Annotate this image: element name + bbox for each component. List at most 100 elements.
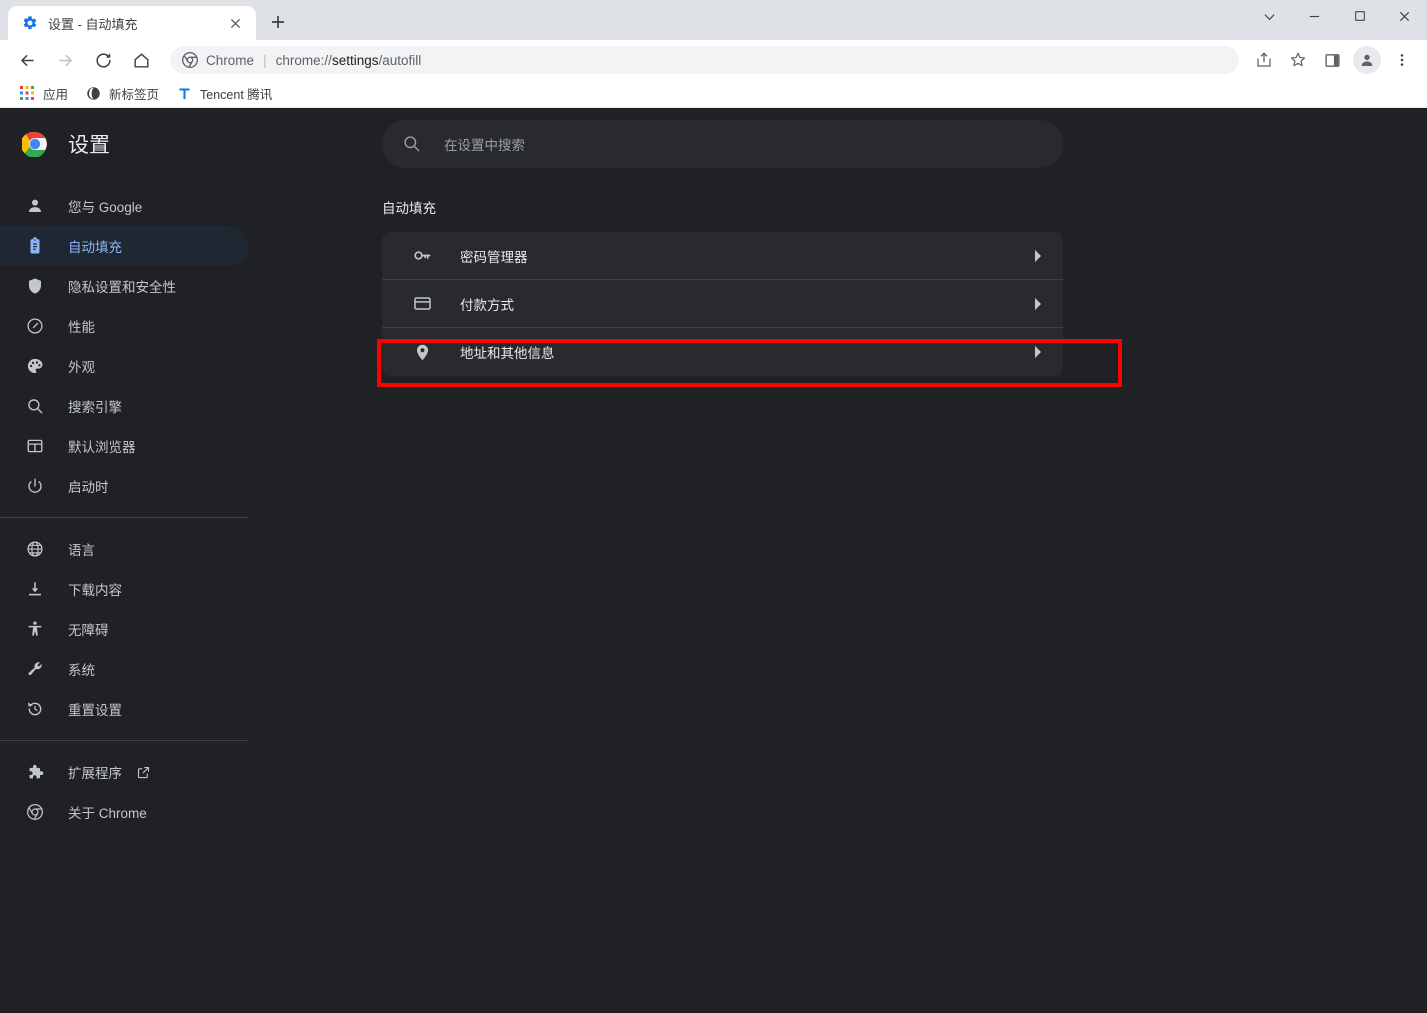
sidebar-nav-group-3: 扩展程序 关于 Chrome — [0, 752, 280, 832]
window-controls — [1247, 0, 1427, 40]
row-addresses-and-more[interactable]: 地址和其他信息 — [382, 328, 1063, 376]
sidebar-item-label: 默认浏览器 — [68, 440, 136, 455]
sidebar-item-you-and-google[interactable]: 您与 Google — [0, 186, 249, 226]
back-icon[interactable] — [12, 45, 42, 75]
settings-content: 在设置中搜索 自动填充 密码管理器 付款方式 地址和其他信息 — [280, 108, 1427, 1013]
sidebar-item-label: 自动填充 — [68, 240, 122, 255]
page-title: 设置 — [68, 134, 110, 157]
globe-icon — [25, 539, 45, 559]
browser-tab[interactable]: 设置 - 自动填充 — [8, 6, 256, 40]
bookmark-label: Tencent 腾讯 — [200, 88, 273, 102]
bookmark-new-tab-page[interactable]: 新标签页 — [78, 83, 167, 105]
puzzle-icon — [25, 762, 45, 782]
minimize-icon[interactable] — [1292, 0, 1337, 32]
sidebar-item-label: 隐私设置和安全性 — [68, 280, 176, 295]
bookmark-label: 新标签页 — [109, 88, 160, 102]
bookmarks-bar: 应用 新标签页 Tencent 腾讯 — [0, 80, 1427, 108]
key-icon — [412, 246, 432, 266]
person-icon — [25, 196, 45, 216]
sidebar-item-label: 扩展程序 — [68, 766, 122, 781]
sidebar-item-autofill[interactable]: 自动填充 — [0, 226, 249, 266]
chrome-logo-icon — [20, 131, 48, 158]
side-panel-icon[interactable] — [1318, 46, 1346, 74]
chevron-right-icon — [1033, 249, 1043, 263]
settings-sidebar: 设置 您与 Google 自动填充 隐私设置和安全性 性能 外观 搜索引擎 默认… — [0, 108, 280, 1013]
external-link-icon — [136, 765, 151, 780]
home-icon[interactable] — [126, 45, 156, 75]
shield-icon — [25, 276, 45, 296]
sidebar-item-label: 搜索引擎 — [68, 400, 122, 415]
bookmark-apps[interactable]: 应用 — [12, 83, 76, 105]
globe-icon — [86, 86, 102, 102]
star-icon[interactable] — [1284, 46, 1312, 74]
url-prefix: chrome:// — [275, 52, 332, 68]
autofill-card: 密码管理器 付款方式 地址和其他信息 — [382, 232, 1063, 376]
row-payment-methods[interactable]: 付款方式 — [382, 280, 1063, 328]
close-icon[interactable] — [224, 12, 246, 34]
sidebar-item-search-engine[interactable]: 搜索引擎 — [0, 386, 249, 426]
omnibox-url: chrome://settings/autofill — [276, 53, 422, 68]
sidebar-item-accessibility[interactable]: 无障碍 — [0, 609, 249, 649]
section-title: 自动填充 — [382, 201, 436, 216]
settings-gear-icon — [22, 15, 38, 31]
search-icon — [25, 396, 45, 416]
chrome-logo-icon — [182, 52, 198, 68]
sidebar-item-label: 重置设置 — [68, 703, 122, 718]
sidebar-item-label: 语言 — [68, 543, 95, 558]
sidebar-item-label: 关于 Chrome — [68, 806, 147, 821]
omnibox-site-label: Chrome — [206, 52, 255, 68]
window-close-icon[interactable] — [1382, 0, 1427, 32]
search-placeholder: 在设置中搜索 — [444, 138, 525, 153]
credit-card-icon — [412, 294, 432, 314]
share-icon[interactable] — [1250, 46, 1278, 74]
chrome-outline-icon — [25, 802, 45, 822]
sidebar-item-label: 启动时 — [68, 480, 109, 495]
sidebar-item-languages[interactable]: 语言 — [0, 529, 249, 569]
chevron-right-icon — [1033, 297, 1043, 311]
sidebar-item-reset-settings[interactable]: 重置设置 — [0, 689, 249, 729]
new-tab-button[interactable] — [262, 6, 294, 38]
settings-header: 设置 — [0, 120, 280, 168]
search-input[interactable]: 在设置中搜索 — [382, 120, 1063, 168]
sidebar-item-appearance[interactable]: 外观 — [0, 346, 249, 386]
sidebar-item-label: 下载内容 — [68, 583, 122, 598]
row-label: 付款方式 — [460, 297, 514, 313]
sidebar-item-performance[interactable]: 性能 — [0, 306, 249, 346]
sidebar-item-label: 无障碍 — [68, 623, 109, 638]
sidebar-item-downloads[interactable]: 下载内容 — [0, 569, 249, 609]
settings-page: 设置 您与 Google 自动填充 隐私设置和安全性 性能 外观 搜索引擎 默认… — [0, 108, 1427, 1013]
row-password-manager[interactable]: 密码管理器 — [382, 232, 1063, 280]
wrench-icon — [25, 659, 45, 679]
sidebar-item-privacy-security[interactable]: 隐私设置和安全性 — [0, 266, 249, 306]
maximize-icon[interactable] — [1337, 0, 1382, 32]
address-bar[interactable]: Chrome | chrome://settings/autofill — [170, 46, 1239, 74]
sidebar-item-about-chrome[interactable]: 关于 Chrome — [0, 792, 249, 832]
search-icon — [402, 134, 422, 154]
window-titlebar: 设置 - 自动填充 — [0, 0, 1427, 40]
omnibox-separator: | — [263, 52, 267, 68]
accessibility-icon — [25, 619, 45, 639]
sidebar-item-system[interactable]: 系统 — [0, 649, 249, 689]
url-bold: settings — [331, 52, 379, 68]
tencent-icon — [177, 86, 193, 102]
profile-avatar[interactable] — [1353, 46, 1381, 74]
reload-icon[interactable] — [88, 45, 118, 75]
clipboard-icon — [25, 236, 45, 256]
bookmark-tencent[interactable]: Tencent 腾讯 — [169, 83, 280, 105]
sidebar-item-extensions[interactable]: 扩展程序 — [0, 752, 249, 792]
sidebar-item-on-startup[interactable]: 启动时 — [0, 466, 249, 506]
browser-window-icon — [25, 436, 45, 456]
chevron-right-icon — [1033, 345, 1043, 359]
sidebar-divider — [0, 517, 249, 518]
sidebar-nav-group-2: 语言 下载内容 无障碍 系统 重置设置 — [0, 529, 280, 729]
sidebar-item-label: 您与 Google — [68, 200, 143, 215]
restore-icon — [25, 699, 45, 719]
chrome-menu-icon[interactable] — [1388, 46, 1416, 74]
forward-icon[interactable] — [50, 45, 80, 75]
download-icon — [25, 579, 45, 599]
location-pin-icon — [412, 342, 432, 362]
row-label: 地址和其他信息 — [460, 346, 555, 361]
chevron-down-icon[interactable] — [1247, 0, 1292, 32]
sidebar-item-default-browser[interactable]: 默认浏览器 — [0, 426, 249, 466]
sidebar-divider — [0, 740, 249, 741]
